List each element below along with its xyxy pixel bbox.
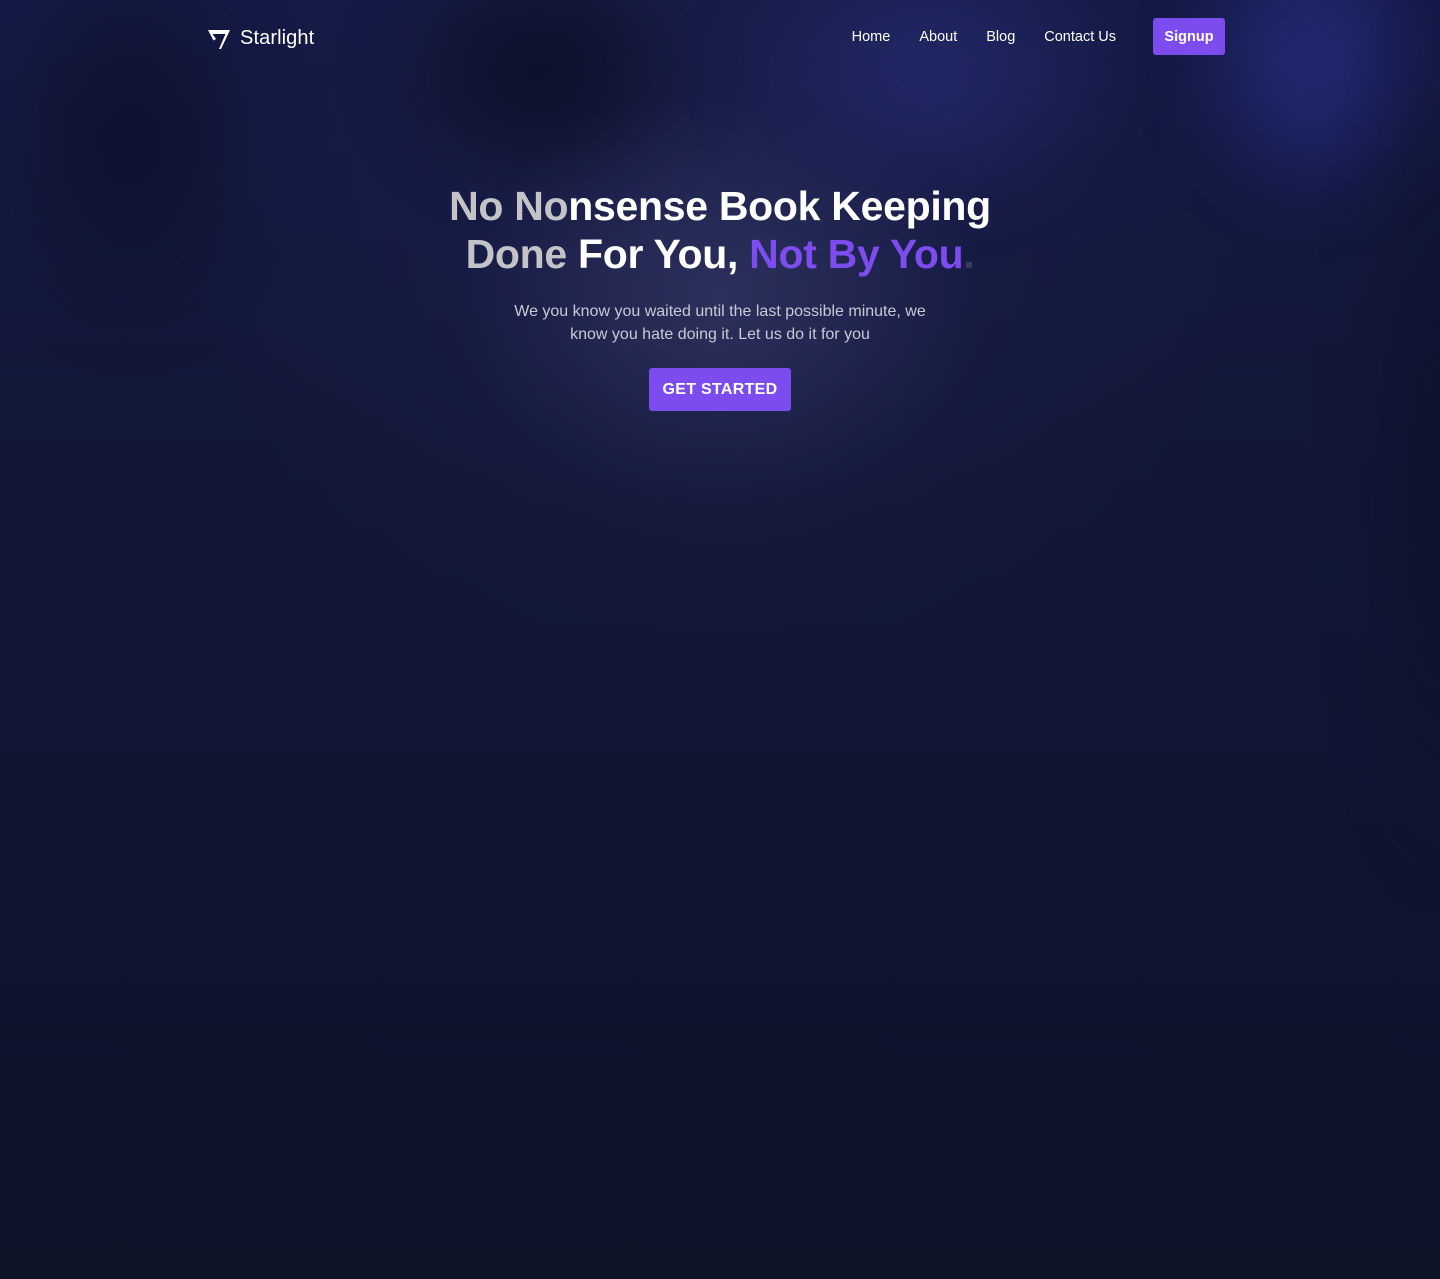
hero-title: No Nonsense Book Keeping Done For You, N… [0, 182, 1440, 278]
title-dot: . [963, 231, 975, 277]
title-grey-part: Done [465, 231, 568, 277]
shadow-beam [1360, 0, 1440, 900]
nav-blog[interactable]: Blog [986, 29, 1015, 45]
title-white-part: nsense Book Keeping [568, 183, 991, 229]
signup-button[interactable]: Signup [1153, 18, 1225, 55]
hero-section: No Nonsense Book Keeping Done For You, N… [0, 182, 1440, 411]
logo[interactable]: Starlight [207, 27, 314, 50]
title-white-part: For You, [566, 231, 750, 277]
nav-contact[interactable]: Contact Us [1044, 29, 1116, 45]
check-triangle-icon [208, 29, 230, 49]
title-grey-part: No No [449, 183, 569, 229]
get-started-button[interactable]: GET STARTED [649, 368, 791, 411]
hero-subtitle: We you know you waited until the last po… [514, 303, 926, 343]
title-accent-part: Not By You [749, 231, 964, 277]
brand-name: Starlight [240, 27, 315, 49]
nav-home[interactable]: Home [852, 29, 891, 45]
site-header: Starlight Home About Blog Contact Us Sig… [0, 0, 1440, 74]
nav-about[interactable]: About [919, 29, 957, 45]
main-nav: Home About Blog Contact Us Signup [852, 18, 1225, 55]
